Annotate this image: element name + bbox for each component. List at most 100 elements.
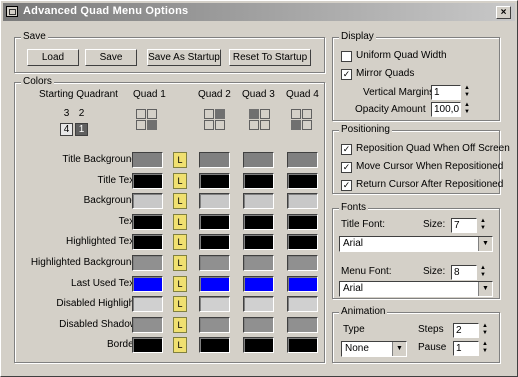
uniform-quad-width-checkbox[interactable] — [341, 51, 352, 62]
lock-quad-colors-button[interactable]: L — [173, 317, 187, 333]
quad-4-preview-icon — [291, 109, 313, 131]
color-swatch-quad-1[interactable] — [132, 234, 163, 250]
save-as-startup-button[interactable]: Save As Startup — [147, 49, 221, 66]
vertical-margins-input[interactable]: 1 — [431, 85, 461, 100]
color-swatch-quad-4[interactable] — [287, 337, 318, 353]
fonts-group: Fonts Title Font: Size: 7 ▲ ▼ Arial ▼ Men… — [332, 202, 500, 299]
color-swatch-quad-4[interactable] — [287, 276, 318, 292]
quad-4-header: Quad 4 — [286, 89, 319, 100]
color-swatch-quad-1[interactable] — [132, 255, 163, 271]
color-swatch-quad-3[interactable] — [243, 255, 274, 271]
title-bar[interactable]: Advanced Quad Menu Options × — [3, 3, 515, 21]
lock-quad-colors-button[interactable]: L — [173, 173, 187, 189]
color-swatch-quad-3[interactable] — [243, 152, 274, 168]
color-swatch-quad-3[interactable] — [243, 193, 274, 209]
color-swatch-quad-3[interactable] — [243, 317, 274, 333]
animation-type-dropdown[interactable]: None ▼ — [341, 341, 407, 357]
color-swatch-quad-3[interactable] — [243, 173, 274, 189]
quadrant-4-button[interactable]: 4 — [60, 123, 73, 136]
color-row-label: Disabled Highlight — [56, 298, 137, 309]
spin-down-icon: ▼ — [482, 330, 488, 336]
color-swatch-quad-2[interactable] — [199, 214, 230, 230]
reset-to-startup-button[interactable]: Reset To Startup — [229, 49, 311, 66]
color-swatch-quad-2[interactable] — [199, 152, 230, 168]
color-swatch-quad-3[interactable] — [243, 234, 274, 250]
lock-quad-colors-button[interactable]: L — [173, 337, 187, 353]
save-button[interactable]: Save — [85, 49, 137, 66]
color-swatch-quad-4[interactable] — [287, 255, 318, 271]
color-swatch-quad-2[interactable] — [199, 193, 230, 209]
vertical-margins-spinner[interactable]: ▲ ▼ — [463, 85, 471, 100]
color-swatch-quad-3[interactable] — [243, 214, 274, 230]
lock-quad-colors-button[interactable]: L — [173, 296, 187, 312]
color-row-label: Last Used Text — [71, 278, 137, 289]
quadrant-1-button[interactable]: 1 — [75, 123, 88, 136]
color-row-label: Background — [83, 195, 137, 206]
lock-quad-colors-button[interactable]: L — [173, 234, 187, 250]
lock-quad-colors-button[interactable]: L — [173, 193, 187, 209]
color-swatch-quad-4[interactable] — [287, 152, 318, 168]
color-swatch-quad-1[interactable] — [132, 152, 163, 168]
color-swatch-quad-2[interactable] — [199, 296, 230, 312]
spin-up-icon: ▲ — [482, 323, 488, 329]
lock-quad-colors-button[interactable]: L — [173, 276, 187, 292]
color-swatch-quad-2[interactable] — [199, 337, 230, 353]
display-group-label: Display — [339, 31, 376, 42]
color-swatch-quad-4[interactable] — [287, 193, 318, 209]
menu-font-value: Arial — [343, 283, 364, 294]
steps-input[interactable]: 2 — [453, 323, 479, 338]
color-swatch-quad-4[interactable] — [287, 173, 318, 189]
return-cursor-checkbox[interactable]: ✓ — [341, 180, 352, 191]
color-swatch-quad-4[interactable] — [287, 234, 318, 250]
color-swatch-quad-1[interactable] — [132, 337, 163, 353]
spin-down-icon: ▼ — [464, 109, 470, 115]
lock-quad-colors-button[interactable]: L — [173, 214, 187, 230]
title-font-size-spinner[interactable]: ▲ ▼ — [479, 218, 487, 233]
vertical-margins-label: Vertical Margins — [363, 87, 435, 98]
steps-spinner[interactable]: ▲ ▼ — [481, 323, 489, 338]
quad-3-preview-icon — [249, 109, 271, 131]
mirror-quads-checkbox[interactable]: ✓ — [341, 69, 352, 80]
dropdown-arrow-icon: ▼ — [478, 282, 492, 296]
color-swatch-quad-2[interactable] — [199, 255, 230, 271]
color-swatch-quad-1[interactable] — [132, 276, 163, 292]
spin-up-icon: ▲ — [482, 341, 488, 347]
color-swatch-quad-4[interactable] — [287, 214, 318, 230]
opacity-amount-input[interactable]: 100,0 — [431, 102, 461, 117]
menu-font-size-spinner[interactable]: ▲ ▼ — [479, 265, 487, 280]
quadrant-3-button[interactable]: 3 — [60, 108, 73, 121]
color-swatch-quad-1[interactable] — [132, 193, 163, 209]
animation-group-label: Animation — [339, 306, 388, 317]
lock-quad-colors-button[interactable]: L — [173, 255, 187, 271]
dropdown-arrow-icon: ▼ — [392, 342, 406, 356]
menu-font-dropdown[interactable]: Arial ▼ — [339, 281, 493, 297]
color-swatch-quad-2[interactable] — [199, 276, 230, 292]
color-swatch-quad-2[interactable] — [199, 317, 230, 333]
pause-input[interactable]: 1 — [453, 341, 479, 356]
color-swatch-quad-3[interactable] — [243, 296, 274, 312]
quad-3-header: Quad 3 — [242, 89, 275, 100]
starting-quadrant-label: Starting Quadrant — [39, 89, 118, 100]
color-swatch-quad-1[interactable] — [132, 214, 163, 230]
lock-quad-colors-button[interactable]: L — [173, 152, 187, 168]
close-button[interactable]: × — [496, 6, 511, 19]
color-swatch-quad-1[interactable] — [132, 296, 163, 312]
color-swatch-quad-2[interactable] — [199, 234, 230, 250]
color-swatch-quad-1[interactable] — [132, 173, 163, 189]
quadrant-2-button[interactable]: 2 — [75, 108, 88, 121]
move-cursor-checkbox[interactable]: ✓ — [341, 162, 352, 173]
reposition-quad-checkbox[interactable]: ✓ — [341, 144, 352, 155]
color-swatch-quad-3[interactable] — [243, 337, 274, 353]
color-swatch-quad-2[interactable] — [199, 173, 230, 189]
menu-font-size-input[interactable]: 8 — [451, 265, 477, 280]
title-font-dropdown[interactable]: Arial ▼ — [339, 236, 493, 252]
color-swatch-quad-3[interactable] — [243, 276, 274, 292]
load-button[interactable]: Load — [27, 49, 79, 66]
title-font-size-input[interactable]: 7 — [451, 218, 477, 233]
opacity-amount-spinner[interactable]: ▲ ▼ — [463, 102, 471, 117]
color-swatch-quad-4[interactable] — [287, 317, 318, 333]
color-swatch-quad-1[interactable] — [132, 317, 163, 333]
color-swatch-quad-4[interactable] — [287, 296, 318, 312]
positioning-group-label: Positioning — [339, 124, 392, 135]
pause-spinner[interactable]: ▲ ▼ — [481, 341, 489, 356]
